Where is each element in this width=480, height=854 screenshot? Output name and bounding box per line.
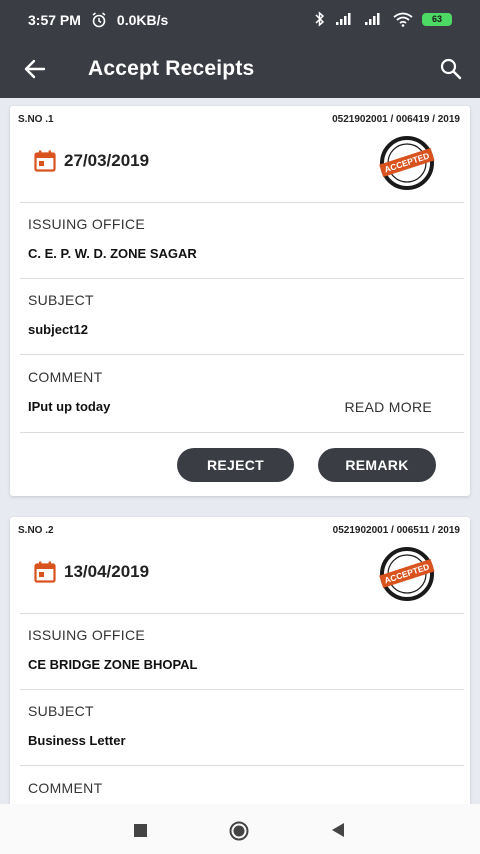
receipt-card[interactable]: S.NO .2 0521902001 / 006511 / 2019 13/04… <box>10 517 470 804</box>
issuing-office-value: CE BRIDGE ZONE BHOPAL <box>28 657 198 672</box>
network-speed: 0.0KB/s <box>116 12 169 28</box>
comment-label: COMMENT <box>28 369 103 385</box>
recent-apps-icon[interactable] <box>134 824 147 837</box>
comment-value: IPut up today <box>28 399 111 414</box>
receipt-date: 27/03/2019 <box>34 150 149 172</box>
issuing-office-value: C. E. P. W. D. ZONE SAGAR <box>28 246 197 261</box>
comment-label: COMMENT <box>28 780 103 796</box>
divider <box>20 202 464 203</box>
date-text: 13/04/2019 <box>64 562 150 581</box>
app-bar: Accept Receipts <box>0 42 480 98</box>
date-text: 27/03/2019 <box>64 151 150 170</box>
issuing-office-label: ISSUING OFFICE <box>28 627 145 643</box>
reference-number: 0521902001 / 006419 / 2019 <box>332 114 460 125</box>
issuing-office-label: ISSUING OFFICE <box>28 216 145 232</box>
subject-value: Business Letter <box>28 733 126 748</box>
system-nav-bar <box>0 804 480 854</box>
page-title: Accept Receipts <box>88 57 255 80</box>
serial-number: S.NO .1 <box>18 114 54 125</box>
divider <box>20 354 464 355</box>
nav-back-icon[interactable] <box>330 822 346 838</box>
calendar-icon <box>34 150 56 172</box>
remark-button[interactable]: REMARK <box>318 448 436 482</box>
serial-number: S.NO .2 <box>18 525 54 536</box>
signal-icon <box>336 13 351 25</box>
reference-number: 0521902001 / 006511 / 2019 <box>332 525 460 536</box>
divider <box>20 765 464 766</box>
status-bar: 3:57 PM 0.0KB/s 63 <box>0 0 480 42</box>
status-time: 3:57 PM <box>28 12 81 28</box>
receipt-date: 13/04/2019 <box>34 561 149 583</box>
divider <box>20 278 464 279</box>
reject-button[interactable]: REJECT <box>177 448 294 482</box>
wifi-icon <box>393 12 413 27</box>
read-more-link[interactable]: READ MORE <box>345 399 433 415</box>
subject-label: SUBJECT <box>28 703 94 719</box>
divider <box>20 689 464 690</box>
home-icon[interactable] <box>229 821 249 841</box>
battery-icon: 63 <box>422 12 452 26</box>
back-arrow-icon[interactable] <box>22 56 48 82</box>
calendar-icon <box>34 561 56 583</box>
accepted-stamp: ACCEPTED <box>379 136 435 190</box>
signal-icon-2 <box>365 13 380 25</box>
search-icon[interactable] <box>438 56 464 82</box>
divider <box>20 613 464 614</box>
alarm-icon <box>92 12 106 28</box>
receipt-card[interactable]: S.NO .1 0521902001 / 006419 / 2019 27/03… <box>10 106 470 496</box>
accepted-stamp: ACCEPTED <box>379 547 435 601</box>
divider <box>20 432 464 433</box>
subject-label: SUBJECT <box>28 292 94 308</box>
subject-value: subject12 <box>28 322 88 337</box>
receipt-list[interactable]: S.NO .1 0521902001 / 006419 / 2019 27/03… <box>0 98 480 804</box>
bluetooth-icon <box>315 11 325 27</box>
